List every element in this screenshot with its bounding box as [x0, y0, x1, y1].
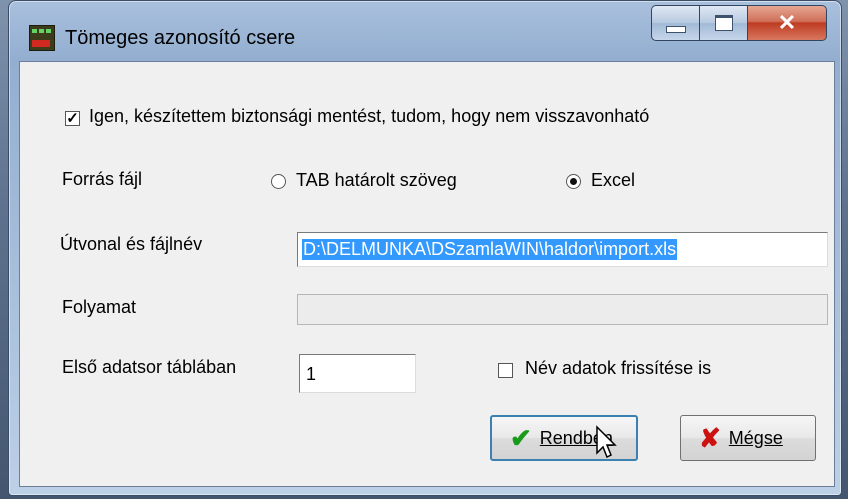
close-icon: ✕	[777, 10, 797, 35]
first-row-label: Első adatsor táblában	[62, 357, 237, 377]
cancel-button-label: Mégse	[728, 427, 783, 448]
radio-tab-text[interactable]	[271, 174, 286, 189]
dialog-body: ✓ Igen, készítettem biztonsági mentést, …	[19, 61, 835, 487]
first-row-value: 1	[306, 364, 317, 384]
progress-label: Folyamat	[62, 297, 137, 317]
dialog-window: Tömeges azonosító csere ✕ ✓ Igen, készít…	[8, 0, 842, 496]
title-bar[interactable]: Tömeges azonosító csere ✕	[9, 1, 841, 61]
path-input-value: D:\DELMUNKA\DSzamlaWIN\haldor\import.xls	[302, 239, 678, 260]
window-title: Tömeges azonosító csere	[65, 27, 296, 49]
name-update-label[interactable]: Név adatok frissítése is	[525, 358, 711, 379]
maximize-button[interactable]	[699, 5, 747, 41]
maximize-icon	[714, 15, 733, 31]
radio-tab-text-label[interactable]: TAB határolt szöveg	[296, 170, 457, 191]
x-icon: ✘	[699, 422, 721, 453]
backup-checkbox[interactable]: ✓	[65, 111, 80, 126]
source-file-label: Forrás fájl	[62, 169, 143, 189]
backup-checkbox-label[interactable]: Igen, készítettem biztonsági mentést, tu…	[89, 106, 649, 127]
checkmark-icon: ✓	[66, 110, 79, 127]
radio-selected-dot	[570, 178, 577, 185]
first-row-input[interactable]: 1	[299, 354, 416, 393]
radio-excel[interactable]	[566, 174, 581, 189]
name-update-checkbox[interactable]	[498, 363, 513, 378]
minimize-icon	[665, 25, 686, 33]
app-icon	[29, 25, 55, 51]
close-button[interactable]: ✕	[747, 5, 827, 41]
path-label: Útvonal és fájlnév	[60, 234, 203, 254]
cancel-button[interactable]: ✘ Mégse	[680, 415, 816, 461]
progress-bar	[297, 294, 828, 325]
mouse-cursor-icon	[596, 425, 617, 459]
minimize-button[interactable]	[651, 5, 699, 41]
checkmark-icon: ✔	[510, 422, 532, 453]
path-input[interactable]: D:\DELMUNKA\DSzamlaWIN\haldor\import.xls	[297, 232, 828, 267]
radio-excel-label[interactable]: Excel	[591, 170, 635, 191]
caption-buttons: ✕	[651, 5, 827, 43]
